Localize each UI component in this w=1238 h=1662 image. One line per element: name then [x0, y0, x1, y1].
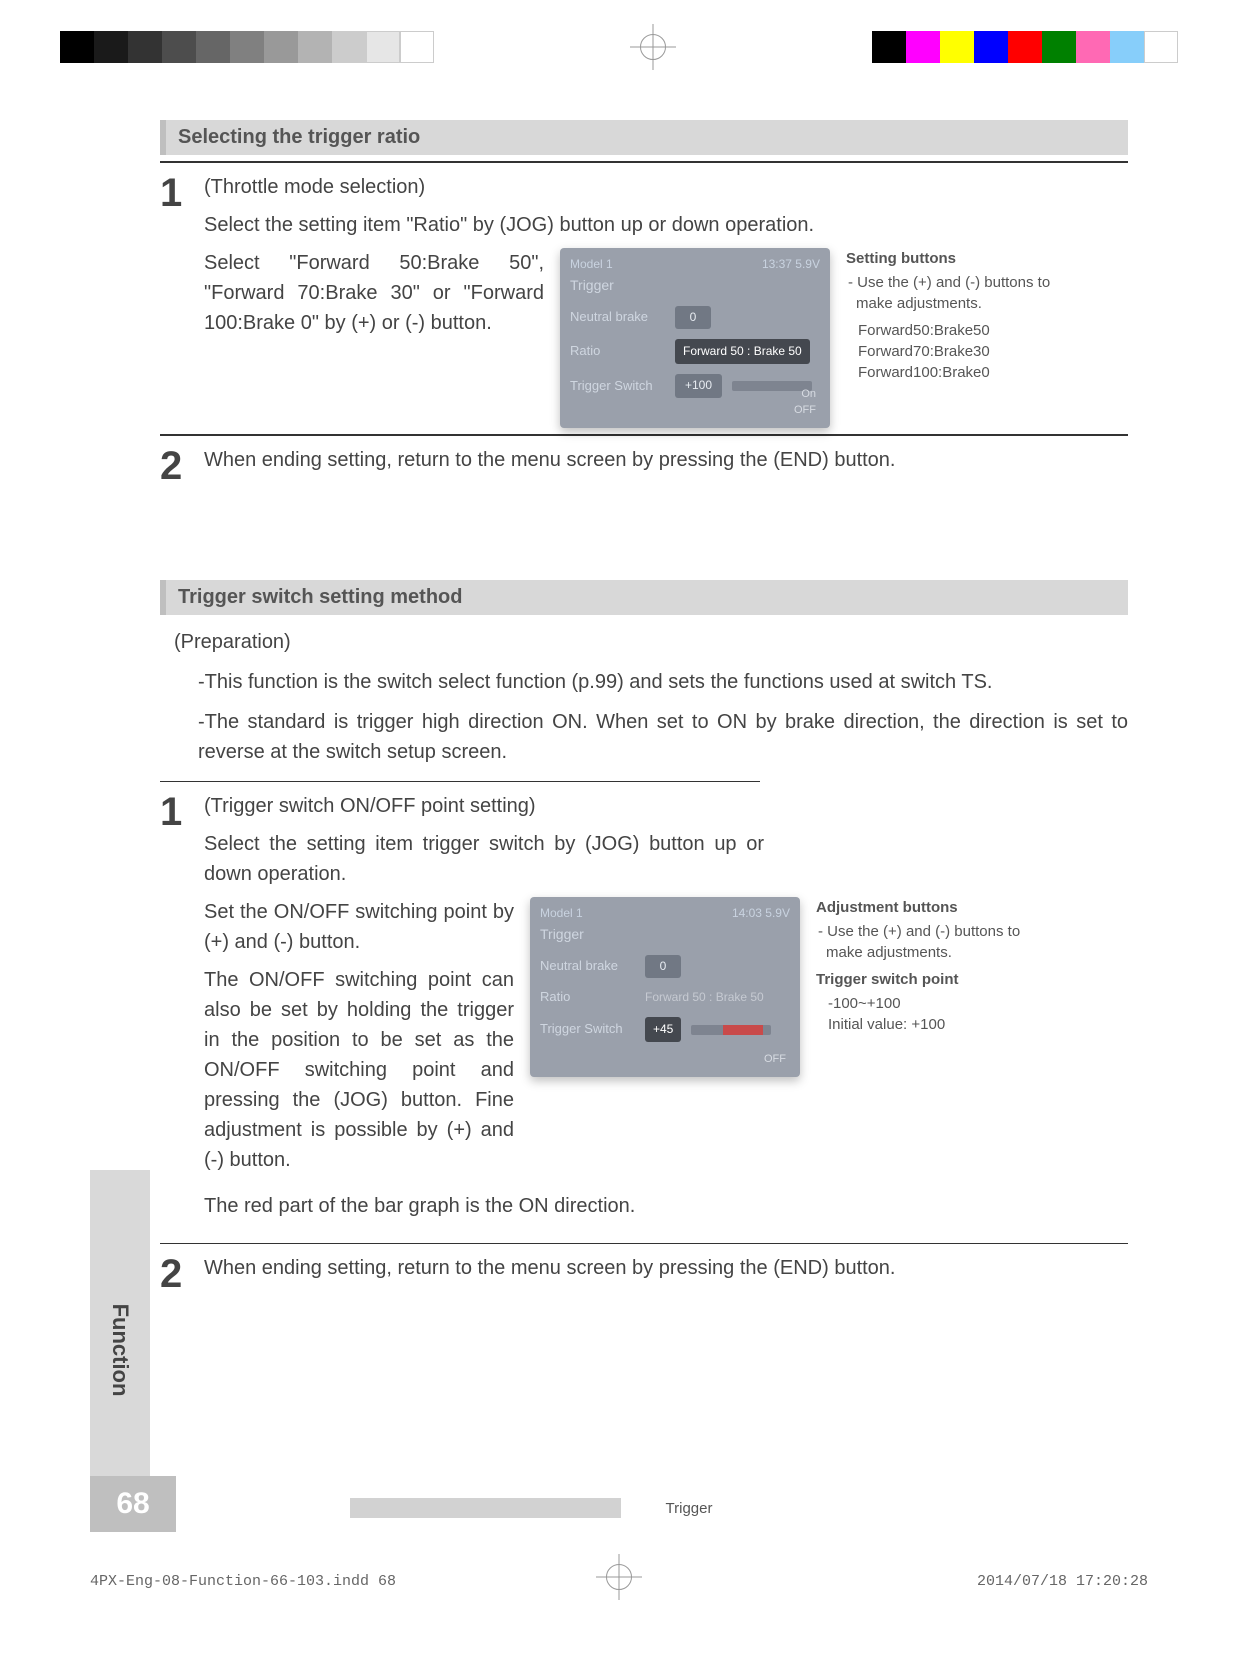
step-title: (Throttle mode selection) — [204, 173, 1128, 202]
step-text: Select "Forward 50:Brake 50", "Forward 7… — [204, 248, 544, 338]
step-title: (Trigger switch ON/OFF point setting) — [204, 792, 1128, 821]
step-text: When ending setting, return to the menu … — [204, 1254, 1128, 1283]
step-number: 1 — [160, 173, 190, 213]
step-text: The ON/OFF switching point can also be s… — [204, 965, 514, 1175]
step-text: When ending setting, return to the menu … — [204, 446, 1128, 475]
registration-top — [0, 24, 1238, 70]
note-text: - Use the (+) and (-) buttons to make ad… — [846, 272, 1076, 314]
page-content: Function 68 Trigger Selecting the trigge… — [90, 120, 1148, 1542]
note-value: Initial value: +100 — [816, 1014, 1046, 1035]
crosshair-icon — [630, 24, 676, 70]
note-heading: Trigger switch point — [816, 969, 1046, 990]
note-option: Forward70:Brake30 — [846, 341, 1076, 362]
footer-title: Trigger — [666, 1500, 713, 1517]
preparation-text: -This function is the switch select func… — [198, 667, 1128, 697]
lcd-screenshot: Model 113:37 5.9V Trigger Neutral brake0… — [560, 248, 830, 428]
step-2: 2 When ending setting, return to the men… — [160, 1254, 1128, 1294]
registration-bottom — [0, 1554, 1238, 1600]
note-heading: Adjustment buttons — [816, 897, 1046, 918]
color-bar — [872, 31, 1178, 63]
page-number: 68 — [90, 1476, 176, 1532]
note-value: -100~+100 — [816, 993, 1046, 1014]
divider — [160, 1243, 1128, 1244]
note-option: Forward50:Brake50 — [846, 320, 1076, 341]
preparation-text: -The standard is trigger high direction … — [198, 707, 1128, 767]
step-1: 1 (Trigger switch ON/OFF point setting) … — [160, 792, 1128, 1229]
note-heading: Setting buttons — [846, 248, 1076, 269]
step-number: 2 — [160, 446, 190, 486]
lcd-screenshot: Model 114:03 5.9V Trigger Neutral brake0… — [530, 897, 800, 1077]
divider — [160, 161, 1128, 163]
step-text: Set the ON/OFF switching point by (+) an… — [204, 897, 514, 957]
step-number: 2 — [160, 1254, 190, 1294]
section-heading: Selecting the trigger ratio — [160, 120, 1128, 155]
crosshair-icon — [596, 1554, 642, 1600]
section-heading: Trigger switch setting method — [160, 580, 1128, 615]
step-2: 2 When ending setting, return to the men… — [160, 446, 1128, 486]
footer-bar: Trigger — [350, 1498, 1028, 1518]
divider — [160, 781, 760, 782]
note-option: Forward100:Brake0 — [846, 362, 1076, 383]
step-number: 1 — [160, 792, 190, 832]
side-note: Setting buttons - Use the (+) and (-) bu… — [846, 248, 1076, 383]
gray-steps — [60, 31, 434, 63]
divider — [160, 434, 1128, 436]
preparation-label: (Preparation) — [174, 627, 1128, 657]
note-text: - Use the (+) and (-) buttons to make ad… — [816, 921, 1046, 963]
side-tab-label: Function — [107, 1304, 133, 1397]
step-text: The red part of the bar graph is the ON … — [204, 1191, 1128, 1221]
side-note: Adjustment buttons - Use the (+) and (-)… — [816, 897, 1046, 1035]
step-1: 1 (Throttle mode selection) Select the s… — [160, 173, 1128, 428]
step-text: Select the setting item "Ratio" by (JOG)… — [204, 210, 1128, 240]
step-text: Select the setting item trigger switch b… — [204, 829, 764, 889]
